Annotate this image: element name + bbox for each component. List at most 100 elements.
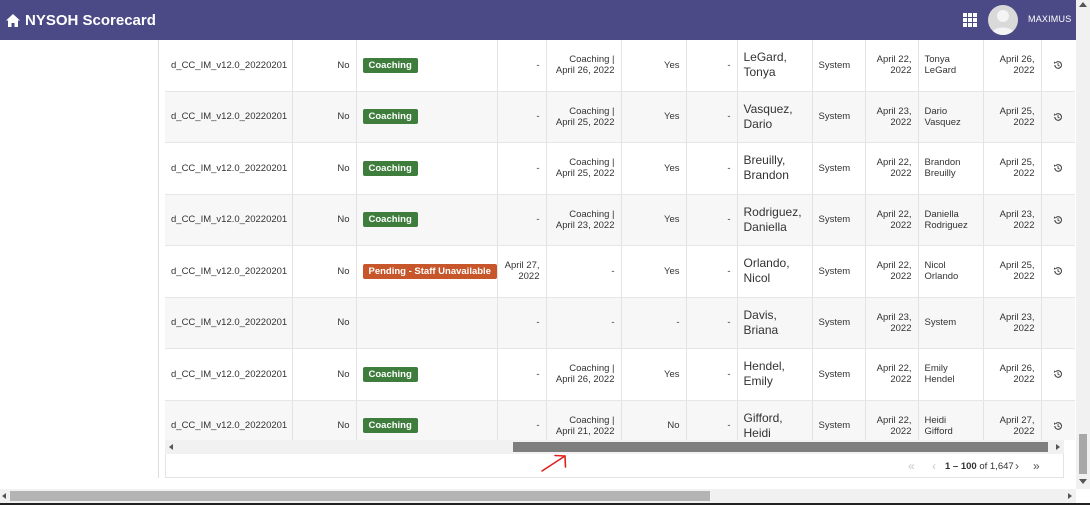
dispute-cell: - bbox=[686, 40, 738, 92]
history-cell[interactable] bbox=[1041, 142, 1075, 195]
created-date-cell: April 22, 2022 bbox=[865, 400, 919, 440]
due-date-cell: - bbox=[497, 297, 547, 349]
history-icon[interactable] bbox=[1053, 163, 1063, 173]
next-page-icon[interactable]: › bbox=[1015, 459, 1019, 473]
history-cell[interactable] bbox=[1041, 245, 1075, 298]
scroll-right-arrow-icon[interactable] bbox=[1056, 444, 1060, 450]
modified-by-cell: Brandon Breuilly bbox=[918, 142, 984, 195]
vertical-scrollbar[interactable] bbox=[1076, 0, 1090, 489]
flag-cell: No bbox=[292, 297, 357, 349]
status-badge: Coaching bbox=[362, 366, 418, 382]
history-icon[interactable] bbox=[1053, 112, 1063, 122]
history-icon[interactable] bbox=[1053, 215, 1063, 225]
status-cell: Coaching bbox=[356, 40, 498, 92]
page-horizontal-scrollbar[interactable] bbox=[0, 489, 1076, 503]
modified-by-cell: Tonya LeGard bbox=[918, 40, 984, 92]
acknowledged-cell: Yes bbox=[621, 91, 687, 143]
due-date-cell: - bbox=[497, 142, 547, 195]
form-name-cell: d_CC_IM_v12.0_20220201 bbox=[165, 400, 293, 440]
last-page-icon[interactable]: » bbox=[1033, 459, 1040, 473]
scroll-left-arrow-icon[interactable] bbox=[169, 444, 173, 450]
acknowledged-cell: No bbox=[621, 400, 687, 440]
modified-date-cell: April 25, 2022 bbox=[983, 91, 1042, 143]
acknowledged-cell: Yes bbox=[621, 142, 687, 195]
form-name-cell: d_CC_IM_v12.0_20220201 bbox=[165, 297, 293, 349]
history-cell[interactable] bbox=[1041, 40, 1075, 92]
table-row: d_CC_IM_v12.0_20220201 No Coaching - Coachin… bbox=[165, 194, 1075, 246]
flag-cell: No bbox=[292, 348, 357, 401]
created-date-cell: April 23, 2022 bbox=[865, 297, 919, 349]
evaluator-cell: System bbox=[812, 142, 866, 195]
history-cell[interactable] bbox=[1041, 194, 1075, 246]
modified-date-cell: April 25, 2022 bbox=[983, 245, 1042, 298]
modified-date-cell: April 25, 2022 bbox=[983, 142, 1042, 195]
coaching-cell: Coaching | April 23, 2022 bbox=[546, 194, 622, 246]
acknowledged-cell: - bbox=[621, 297, 687, 349]
evaluator-cell: System bbox=[812, 91, 866, 143]
status-cell: Coaching bbox=[356, 348, 498, 401]
scroll-down-arrow-icon[interactable] bbox=[1079, 479, 1087, 484]
dispute-cell: - bbox=[686, 348, 738, 401]
brand[interactable]: NYSOH Scorecard bbox=[6, 0, 156, 40]
page-scrollbar-thumb[interactable] bbox=[10, 491, 710, 501]
flag-cell: No bbox=[292, 40, 357, 92]
agent-name-cell: Gifford, Heidi bbox=[737, 400, 813, 440]
dispute-cell: - bbox=[686, 245, 738, 298]
history-cell[interactable] bbox=[1041, 91, 1075, 143]
user-name[interactable]: MAXIMUS bbox=[1028, 14, 1071, 24]
history-icon[interactable] bbox=[1053, 369, 1063, 379]
coaching-cell: Coaching | April 21, 2022 bbox=[546, 400, 622, 440]
first-page-icon[interactable]: « bbox=[908, 459, 915, 473]
created-date-cell: April 22, 2022 bbox=[865, 194, 919, 246]
status-badge: Pending - Staff Unavailable bbox=[362, 263, 496, 279]
coaching-cell: Coaching | April 26, 2022 bbox=[546, 348, 622, 401]
page-scroll-right-arrow-icon[interactable] bbox=[1068, 493, 1072, 499]
modified-date-cell: April 23, 2022 bbox=[983, 194, 1042, 246]
apps-grid-icon[interactable] bbox=[963, 13, 977, 27]
status-cell bbox=[356, 297, 498, 349]
acknowledged-cell: Yes bbox=[621, 194, 687, 246]
flag-cell: No bbox=[292, 194, 357, 246]
page-range: 1 – 100 of 1,647 bbox=[945, 461, 1014, 472]
status-badge: Coaching bbox=[362, 109, 418, 125]
status-cell: Coaching bbox=[356, 91, 498, 143]
due-date-cell: - bbox=[497, 40, 547, 92]
top-bar: NYSOH Scorecard MAXIMUS bbox=[0, 0, 1076, 40]
table-row: d_CC_IM_v12.0_20220201 No Coaching - Coachin… bbox=[165, 400, 1075, 440]
agent-name-cell: Davis, Briana bbox=[737, 297, 813, 349]
history-icon[interactable] bbox=[1053, 60, 1063, 70]
table-row: d_CC_IM_v12.0_20220201 No Coaching - Coachin… bbox=[165, 40, 1075, 92]
table-scrollbar-thumb[interactable] bbox=[513, 442, 1048, 452]
created-date-cell: April 22, 2022 bbox=[865, 245, 919, 298]
coaching-cell: Coaching | April 25, 2022 bbox=[546, 91, 622, 143]
dispute-cell: - bbox=[686, 194, 738, 246]
history-icon[interactable] bbox=[1053, 266, 1063, 276]
acknowledged-cell: Yes bbox=[621, 40, 687, 92]
modified-by-cell: System bbox=[918, 297, 984, 349]
due-date-cell: - bbox=[497, 194, 547, 246]
vertical-scrollbar-thumb[interactable] bbox=[1079, 434, 1087, 474]
agent-name-cell: Orlando, Nicol bbox=[737, 245, 813, 298]
modified-date-cell: April 23, 2022 bbox=[983, 297, 1042, 349]
table-horizontal-scrollbar[interactable] bbox=[165, 440, 1064, 454]
evaluator-cell: System bbox=[812, 245, 866, 298]
history-icon[interactable] bbox=[1053, 421, 1063, 431]
flag-cell: No bbox=[292, 400, 357, 440]
evaluator-cell: System bbox=[812, 40, 866, 92]
page-scroll-left-arrow-icon[interactable] bbox=[2, 493, 6, 499]
status-badge: Coaching bbox=[362, 160, 418, 176]
modified-date-cell: April 27, 2022 bbox=[983, 400, 1042, 440]
status-badge: Coaching bbox=[362, 418, 418, 434]
history-cell[interactable] bbox=[1041, 400, 1075, 440]
avatar[interactable] bbox=[988, 5, 1018, 35]
flag-cell: No bbox=[292, 245, 357, 298]
annotation-arrow-icon bbox=[541, 454, 567, 472]
scroll-up-arrow-icon[interactable] bbox=[1079, 2, 1087, 7]
agent-name-cell: Vasquez, Dario bbox=[737, 91, 813, 143]
history-cell bbox=[1041, 297, 1075, 349]
agent-name-cell: LeGard, Tonya bbox=[737, 40, 813, 92]
created-date-cell: April 22, 2022 bbox=[865, 348, 919, 401]
previous-page-icon[interactable]: ‹ bbox=[932, 459, 936, 473]
history-cell[interactable] bbox=[1041, 348, 1075, 401]
coaching-cell: Coaching | April 25, 2022 bbox=[546, 142, 622, 195]
